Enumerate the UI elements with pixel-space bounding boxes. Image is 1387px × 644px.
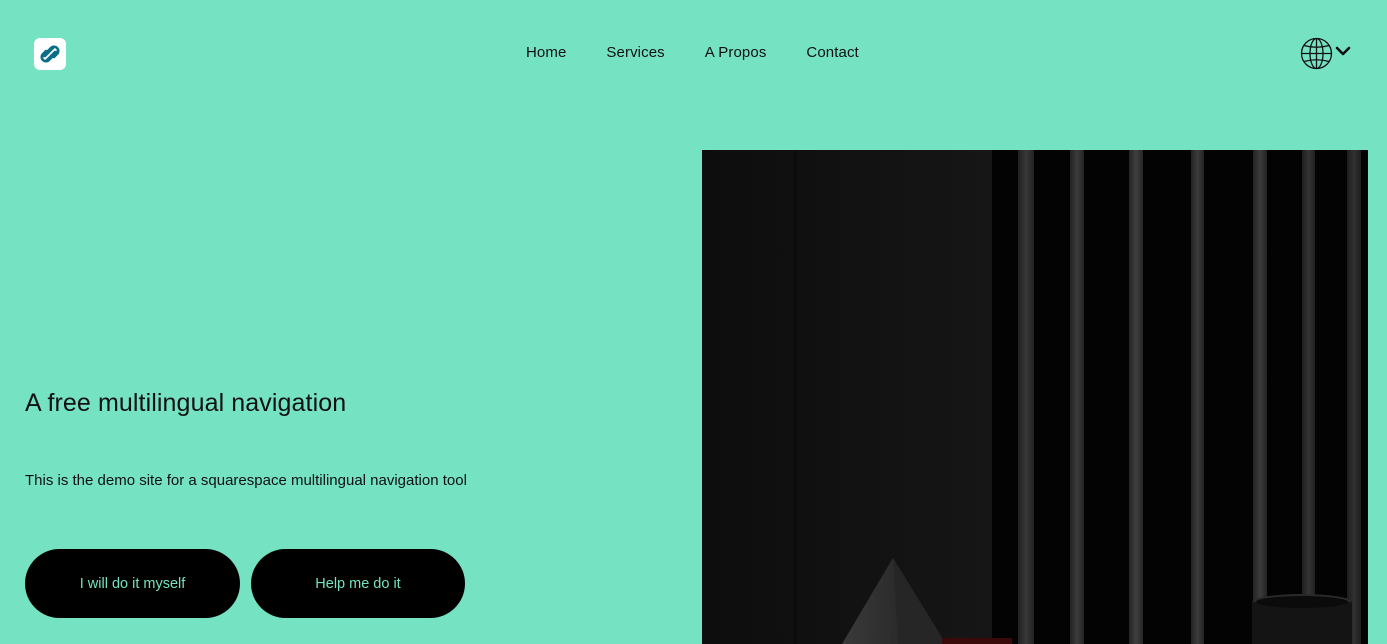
nav-services-link[interactable]: Services [606,43,664,63]
squarespace-logo-icon [34,38,66,70]
do-it-myself-button[interactable]: I will do it myself [25,549,240,618]
hero-image [702,150,1368,644]
nav-contact-link[interactable]: Contact [806,43,858,63]
help-me-button[interactable]: Help me do it [251,549,465,618]
hero-subtitle: This is the demo site for a squarespace … [25,472,467,489]
nav-home-link[interactable]: Home [526,43,566,63]
language-selector[interactable] [1300,37,1351,70]
page: Home Services A Propos Contact A free mu… [0,0,1387,644]
nav-apropos-link[interactable]: A Propos [705,43,767,63]
hero-title: A free multilingual navigation [25,389,347,417]
site-logo[interactable] [33,37,67,71]
hero-image-illustration [702,150,1368,644]
globe-icon [1300,37,1333,70]
main-nav: Home Services A Propos Contact [526,43,859,63]
chevron-down-icon [1335,46,1351,56]
